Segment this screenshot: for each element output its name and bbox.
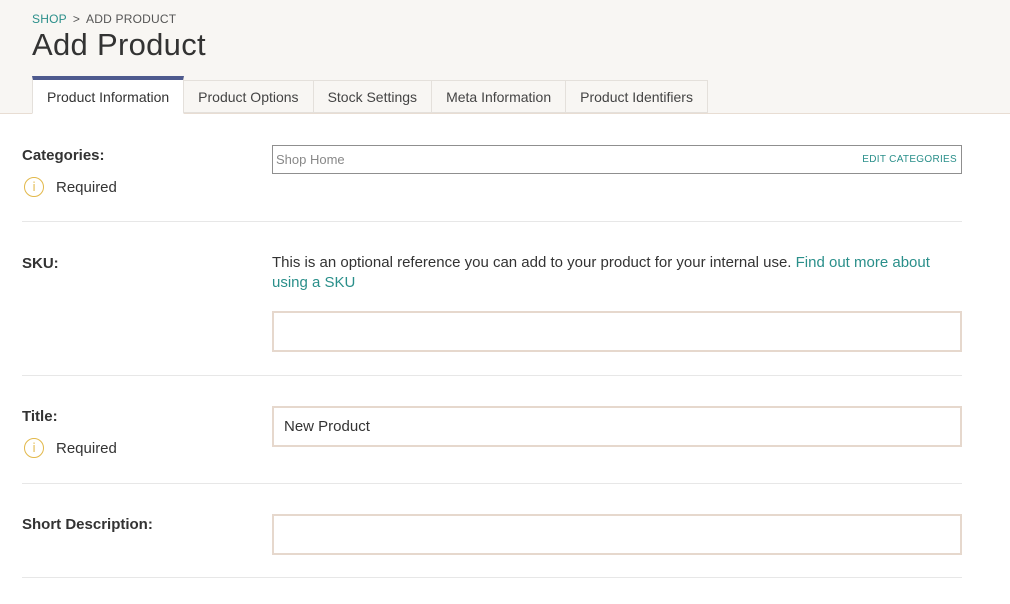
required-text: Required	[56, 439, 117, 457]
info-icon: i	[24, 177, 44, 197]
categories-value: Shop Home	[276, 152, 345, 167]
sku-label: SKU:	[22, 255, 59, 272]
tab-product-identifiers[interactable]: Product Identifiers	[566, 80, 708, 113]
tab-meta-information[interactable]: Meta Information	[432, 80, 567, 113]
info-icon: i	[24, 438, 44, 458]
short-description-label: Short Description:	[22, 516, 153, 533]
sku-help-text: This is an optional reference you can ad…	[272, 253, 962, 293]
categories-required: i Required	[22, 177, 117, 197]
categories-field[interactable]: Shop Home EDIT CATEGORIES	[272, 145, 962, 174]
edit-categories-link[interactable]: EDIT CATEGORIES	[862, 154, 957, 165]
sku-help-description: This is an optional reference you can ad…	[272, 254, 792, 271]
tab-product-information[interactable]: Product Information	[32, 76, 185, 114]
short-description-input[interactable]	[272, 514, 962, 555]
breadcrumb: SHOP > ADD PRODUCT	[32, 12, 176, 26]
breadcrumb-separator: >	[72, 12, 81, 26]
sku-row: SKU: This is an optional reference you c…	[22, 222, 962, 376]
tab-bar: Product Information Product Options Stoc…	[32, 76, 708, 114]
tab-product-options[interactable]: Product Options	[184, 80, 314, 113]
sku-input[interactable]	[272, 311, 962, 352]
page-title: Add Product	[32, 27, 206, 62]
page-header: SHOP > ADD PRODUCT Add Product Product Inf…	[0, 0, 1010, 114]
product-form: Categories: i Required Shop Home EDIT CA…	[0, 114, 962, 578]
required-text: Required	[56, 178, 117, 196]
tab-stock-settings[interactable]: Stock Settings	[313, 80, 433, 113]
breadcrumb-current: ADD PRODUCT	[86, 12, 177, 26]
breadcrumb-shop-link[interactable]: SHOP	[32, 12, 67, 26]
categories-row: Categories: i Required Shop Home EDIT CA…	[22, 114, 962, 222]
categories-label: Categories:	[22, 147, 105, 164]
title-row: Title: i Required	[22, 376, 962, 484]
short-description-row: Short Description:	[22, 484, 962, 578]
title-label: Title:	[22, 408, 58, 425]
title-required: i Required	[22, 438, 117, 458]
title-input[interactable]	[272, 406, 962, 447]
